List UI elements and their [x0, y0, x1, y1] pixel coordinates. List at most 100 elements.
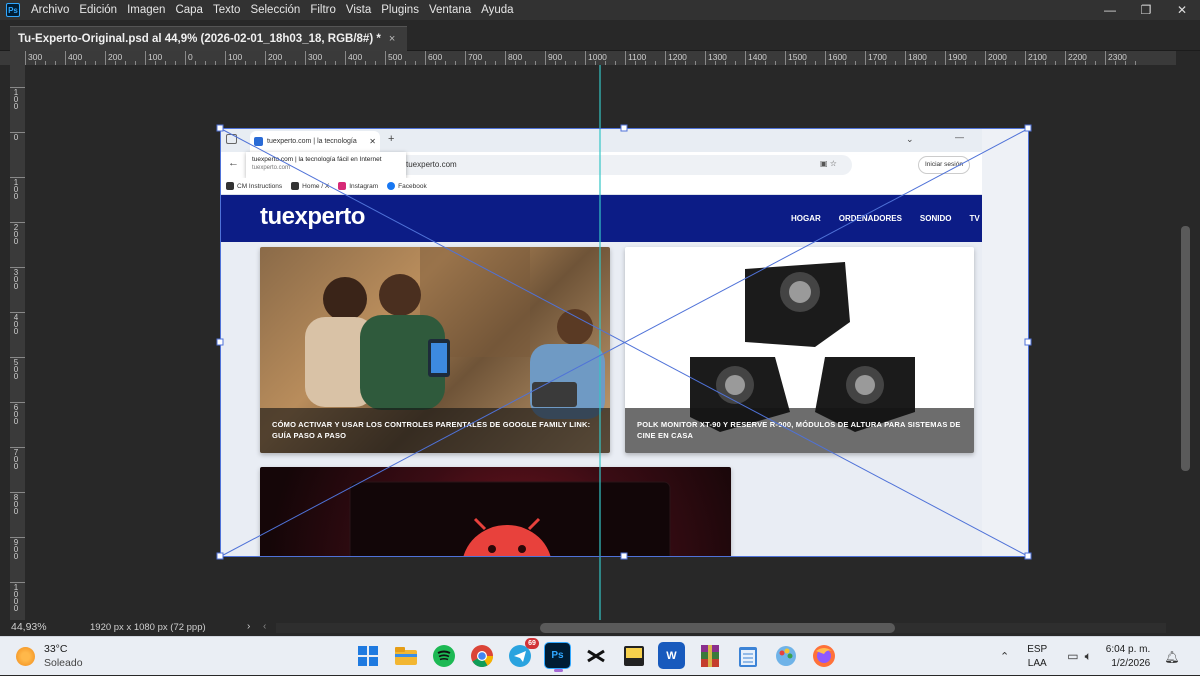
- paint-icon[interactable]: [772, 642, 799, 669]
- close-button[interactable]: ✕: [1164, 0, 1200, 20]
- browser-tab-title: tuexperto.com | la tecnología: [267, 138, 357, 145]
- network-icon[interactable]: ▭: [1067, 649, 1078, 664]
- firefox-icon[interactable]: [810, 642, 837, 669]
- document-canvas[interactable]: tuexperto.com | la tecnología ✕ + ⌄ — ← …: [220, 128, 1028, 556]
- close-tab-icon[interactable]: ×: [389, 33, 395, 45]
- canvas-area[interactable]: tuexperto.com | la tecnología ✕ + ⌄ — ← …: [25, 65, 1176, 620]
- suggestion-title: tuexperto.com | la tecnología fácil en I…: [252, 156, 382, 163]
- scroll-left-icon[interactable]: ‹: [263, 621, 266, 632]
- horizontal-scrollbar-thumb[interactable]: [540, 623, 895, 633]
- capcut-icon[interactable]: [582, 642, 609, 669]
- windows-start-icon[interactable]: [354, 642, 381, 669]
- menu-texto[interactable]: Texto: [208, 4, 246, 16]
- language-indicator[interactable]: ESP LAA: [1027, 643, 1047, 671]
- bookmark-item: Instagram: [338, 182, 378, 190]
- ruler-label: 200: [268, 52, 283, 62]
- site-nav-item: SONIDO: [919, 214, 952, 223]
- suggestion-url: tuexperto.com: [252, 165, 291, 171]
- site-nav: HOGAR ORDENADORES SONIDO TV: [791, 214, 980, 223]
- restore-button[interactable]: ❐: [1128, 0, 1164, 20]
- horizontal-scrollbar[interactable]: [276, 623, 1166, 633]
- notification-bell-icon[interactable]: 🔔︎: [1164, 650, 1179, 664]
- winrar-icon[interactable]: [696, 642, 723, 669]
- article-card-family: CÓMO ACTIVAR Y USAR LOS CONTROLES PARENT…: [260, 247, 610, 453]
- ruler-label: 300: [308, 52, 323, 62]
- android-photo: [349, 481, 671, 556]
- ruler-label: 100: [148, 52, 163, 62]
- keyboard-layout: LAA: [1027, 657, 1047, 669]
- star-icon: ▣ ☆: [820, 159, 837, 168]
- system-tray: ⌃ ESP LAA ▭ 🔈︎ 6:04 p. m. 1/2/2026 🔔︎: [1000, 637, 1179, 676]
- horizontal-ruler[interactable]: 300 400 200 100 0 100 200 300 400 500 600 700 800 900…: [25, 51, 1176, 65]
- weather-text: 33°C Soleado: [44, 642, 83, 670]
- ruler-label: 800: [508, 52, 523, 62]
- site-header: tuexperto HOGAR ORDENADORES SONIDO TV: [220, 195, 982, 242]
- tray-chevron-up-icon[interactable]: ⌃: [1000, 650, 1009, 663]
- sticky-notes-icon[interactable]: [620, 642, 647, 669]
- ruler-label: 200: [108, 52, 123, 62]
- instagram-icon: [338, 182, 347, 190]
- ruler-label: 900: [13, 538, 19, 561]
- menu-filtro[interactable]: Filtro: [305, 4, 341, 16]
- vertical-scrollbar[interactable]: [1176, 51, 1200, 620]
- photoshop-taskbar-icon[interactable]: Ps: [544, 642, 571, 672]
- bookmark-label: Facebook: [398, 182, 427, 190]
- windows-taskbar: 33°C Soleado 69 Ps W ⌃ ESP LAA ▭ 🔈︎ 6:04…: [0, 636, 1200, 675]
- telegram-icon[interactable]: 69: [506, 638, 539, 669]
- site-nav-item: ORDENADORES: [838, 214, 902, 223]
- site-nav-item: HOGAR: [791, 214, 821, 223]
- document-tab-title: Tu-Experto-Original.psd al 44,9% (2026-0…: [18, 33, 381, 45]
- status-bar: 44,93% 1920 px x 1080 px (72 ppp) › ‹: [0, 620, 1200, 636]
- bookmark-item: CM Instructions: [226, 182, 282, 190]
- ruler-label: 700: [13, 448, 19, 471]
- ruler-corner[interactable]: [0, 51, 25, 65]
- zoom-level[interactable]: 44,93%: [11, 621, 47, 633]
- document-tab[interactable]: Tu-Experto-Original.psd al 44,9% (2026-0…: [10, 26, 408, 51]
- bookmark-label: Instagram: [349, 182, 379, 190]
- chrome-icon[interactable]: [468, 642, 495, 669]
- ruler-label: 300: [28, 52, 43, 62]
- taskbar-apps: 69 Ps W: [354, 638, 837, 672]
- facebook-icon: [387, 182, 396, 190]
- menu-vista[interactable]: Vista: [341, 4, 376, 16]
- photoshop-logo: Ps: [6, 3, 20, 17]
- menu-imagen[interactable]: Imagen: [122, 4, 170, 16]
- clock[interactable]: 6:04 p. m. 1/2/2026: [1106, 643, 1150, 671]
- bookmark-label: Home / X: [302, 182, 330, 190]
- bookmark-item: Home / X: [291, 182, 329, 190]
- menu-ayuda[interactable]: Ayuda: [476, 4, 518, 16]
- bookmark-item: Facebook: [387, 182, 427, 190]
- chevron-down-icon: ⌄: [906, 134, 914, 144]
- menu-seleccion[interactable]: Selección: [245, 4, 305, 16]
- menu-archivo[interactable]: Archivo: [26, 4, 74, 16]
- volume-icon[interactable]: 🔈︎: [1085, 649, 1092, 664]
- bookmark-label: CM Instructions: [237, 182, 283, 190]
- ruler-gutter: [0, 65, 10, 620]
- minimize-button[interactable]: —: [1092, 0, 1128, 20]
- clock-time: 6:04 p. m.: [1105, 643, 1151, 655]
- ruler-label: 400: [68, 52, 83, 62]
- menu-plugins[interactable]: Plugins: [376, 4, 424, 16]
- status-menu-arrow-icon[interactable]: ›: [247, 621, 250, 632]
- tray-icons[interactable]: ▭ 🔈︎: [1067, 649, 1092, 664]
- notepad-icon[interactable]: [734, 642, 761, 669]
- menu-capa[interactable]: Capa: [170, 4, 208, 16]
- address-suggestion: tuexperto.com | la tecnología fácil en I…: [246, 152, 406, 178]
- ruler-label: 500: [388, 52, 403, 62]
- vertical-ruler[interactable]: 100 0 100 200 300 400 500 600 700 800 900 1000: [10, 65, 25, 620]
- file-explorer-icon[interactable]: [392, 642, 419, 669]
- menu-edicion[interactable]: Edición: [74, 4, 122, 16]
- browser-minimize-icon: —: [955, 132, 964, 142]
- ruler-label: 1000: [13, 583, 19, 613]
- ruler-label: 700: [468, 52, 483, 62]
- weather-widget[interactable]: 33°C Soleado: [16, 642, 83, 670]
- vertical-scrollbar-thumb[interactable]: [1181, 226, 1190, 471]
- ruler-label: 100: [13, 178, 19, 201]
- word-icon[interactable]: W: [658, 642, 685, 669]
- spotify-icon[interactable]: [430, 642, 457, 669]
- menu-ventana[interactable]: Ventana: [424, 4, 476, 16]
- back-arrow-icon: ←: [228, 157, 239, 169]
- site-nav-item: TV: [969, 214, 980, 223]
- ruler-label: 900: [548, 52, 563, 62]
- ruler-label: 800: [13, 493, 19, 516]
